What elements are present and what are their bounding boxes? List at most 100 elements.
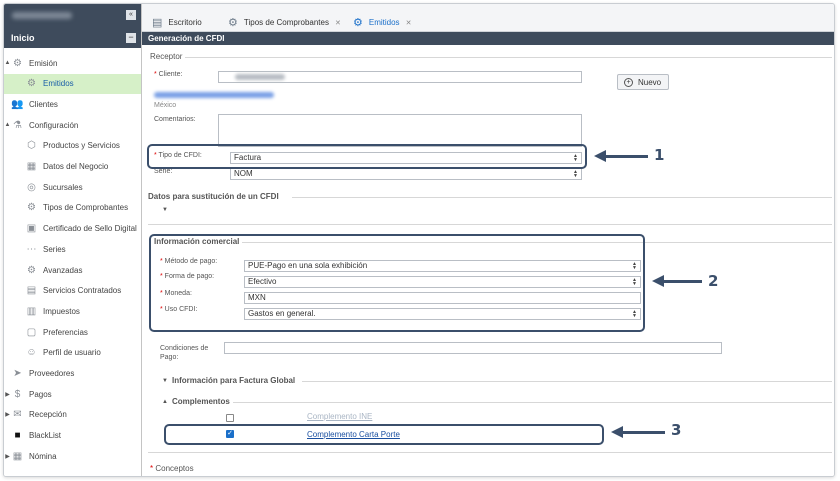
sidebar-item-avanzadas[interactable]: ⚙ Avanzadas <box>4 260 141 280</box>
serie-select[interactable]: NOM ▲ ▼ <box>230 168 582 180</box>
series-icon: ⋯ <box>26 243 37 255</box>
global-legend[interactable]: Información para Factura Global <box>172 376 299 385</box>
arrow-1-line <box>604 155 648 158</box>
serie-value: NOM <box>234 169 253 178</box>
complementos-legend[interactable]: Complementos <box>172 397 233 406</box>
sidebar-item-proveedores[interactable]: ➤ Proveedores <box>4 364 141 384</box>
sidebar-item-preferencias[interactable]: ▢ Preferencias <box>4 322 141 342</box>
sidebar-item-clientes[interactable]: 👥 Clientes <box>4 94 141 114</box>
app-window: « Inicio − ▲ ⚙ Emisión ⚙ Emitidos 👥 Clientes ▲ ⚗… <box>3 3 835 477</box>
client-address-blurred <box>154 92 274 98</box>
sustitucion-legend: Datos para sustitución de un CFDI <box>148 192 282 201</box>
expand-arrow-icon[interactable]: ▲ <box>4 60 11 66</box>
sidebar-item-configuración[interactable]: ▲ ⚗ Configuración <box>4 115 141 135</box>
sidebar-item-label: Productos y Servicios <box>43 141 120 151</box>
sidebar-item-label: Perfil de usuario <box>43 348 101 358</box>
sidebar-item-label: BlackList <box>29 431 62 441</box>
highlight-box-2 <box>149 234 645 332</box>
blacklist-icon: ■ <box>14 430 21 442</box>
sidebar-item-perfil-de-usuario[interactable]: ☺ Perfil de usuario <box>4 343 141 363</box>
divider <box>148 452 832 453</box>
expand-arrow-icon[interactable]: ▶ <box>4 453 11 460</box>
sidebar-item-servicios-contratados[interactable]: ▤ Servicios Contratados <box>4 281 141 301</box>
sidebar-item-certificado-de-sello-digital[interactable]: ▣ Certificado de Sello Digital <box>4 219 141 239</box>
comentarios-textarea[interactable] <box>218 114 582 147</box>
tab-emitidos[interactable]: ⚙ Emitidos ✕ <box>353 13 411 32</box>
sidebar-item-label: Series <box>43 244 66 254</box>
sidebar-home-label[interactable]: Inicio <box>11 33 35 43</box>
org-chart-icon: ⚗ <box>13 119 22 131</box>
building-icon: ▦ <box>26 161 37 172</box>
pin-icon: ◎ <box>27 181 36 193</box>
tab-escritorio[interactable]: ▤ Escritorio <box>152 13 202 32</box>
divider <box>292 197 832 198</box>
chevron-down-icon[interactable]: ▼ <box>162 378 168 384</box>
sidebar-item-tipos-de-comprobantes[interactable]: ⚙ Tipos de Comprobantes <box>4 198 141 218</box>
sidebar-item-series[interactable]: ⋯ Series <box>4 239 141 259</box>
client-name-blurred <box>235 74 285 80</box>
sidebar-item-label: Certificado de Sello Digital <box>43 224 137 234</box>
tab-tipos-de-comprobantes[interactable]: ⚙ Tipos de Comprobantes ✕ <box>228 13 341 32</box>
sidebar-item-label: Servicios Contratados <box>43 286 122 296</box>
condiciones-input[interactable] <box>224 342 722 354</box>
sidebar-item-label: Preferencias <box>43 327 88 337</box>
divider <box>228 402 832 403</box>
desktop-icon: ▤ <box>152 17 163 29</box>
sidebar-item-label: Pagos <box>29 389 52 399</box>
divider <box>302 381 832 382</box>
page-title: Generación de CFDI <box>142 32 834 45</box>
inbox-icon: ✉ <box>13 409 22 421</box>
cliente-label: * Cliente: <box>154 71 183 78</box>
sidebar-item-label: Tipos de Comprobantes <box>43 203 129 213</box>
sidebar-item-sucursales[interactable]: ◎ Sucursales <box>4 177 141 197</box>
sidebar-item-productos-y-servicios[interactable]: ⬡ Productos y Servicios <box>4 136 141 156</box>
expand-arrow-icon[interactable]: ▶ <box>4 391 11 398</box>
sidebar-item-datos-del-negocio[interactable]: ▦ Datos del Negocio <box>4 157 141 177</box>
complemento-ine-checkbox[interactable] <box>226 414 234 422</box>
sidebar-item-pagos[interactable]: ▶ $ Pagos <box>4 384 141 404</box>
comentarios-label: Comentarios: <box>154 116 196 123</box>
sidebar-item-recepción[interactable]: ▶ ✉ Recepción <box>4 405 141 425</box>
services-icon: ▤ <box>26 285 37 297</box>
divider <box>182 57 832 58</box>
callout-2: 2 <box>708 272 719 290</box>
arrow-2-line <box>662 280 702 283</box>
sidebar-item-label: Emisión <box>29 58 58 68</box>
tab-label: Escritorio <box>168 18 202 27</box>
close-icon[interactable]: ✕ <box>406 19 412 27</box>
double-chevron-left-icon[interactable]: « <box>126 10 136 20</box>
user-info-blurred <box>12 12 72 19</box>
emitidos-icon: ⚙ <box>27 78 36 90</box>
emitidos-icon: ⚙ <box>353 17 363 29</box>
sidebar-item-impuestos[interactable]: ▥ Impuestos <box>4 301 141 321</box>
cliente-input[interactable] <box>218 71 582 83</box>
chevron-up-icon[interactable]: ▲ <box>162 399 168 405</box>
sidebar: « Inicio − ▲ ⚙ Emisión ⚙ Emitidos 👥 Clientes ▲ ⚗… <box>4 4 142 476</box>
sidebar-item-label: Clientes <box>29 99 58 109</box>
sidebar-item-label: Emitidos <box>43 79 74 89</box>
sidebar-item-label: Nómina <box>29 451 57 461</box>
tab-label: Emitidos <box>368 18 400 27</box>
sidebar-item-label: Datos del Negocio <box>43 162 109 171</box>
tab-label: Tipos de Comprobantes <box>243 18 329 27</box>
complemento-ine-link[interactable]: Complemento INE <box>307 412 372 421</box>
user-profile-icon: ☺ <box>26 347 37 359</box>
nuevo-label: Nuevo <box>638 77 662 87</box>
sidebar-item-emitidos[interactable]: ⚙ Emitidos <box>4 73 141 94</box>
sidebar-item-blacklist[interactable]: ■ BlackList <box>4 426 141 446</box>
sidebar-item-emisión[interactable]: ▲ ⚙ Emisión <box>4 53 141 73</box>
collapse-minus-icon[interactable]: − <box>126 33 136 43</box>
chevron-down-icon[interactable]: ▼ <box>162 207 168 213</box>
certificate-icon: ▣ <box>26 223 37 235</box>
plus-circle-icon: + <box>624 77 633 87</box>
nuevo-button[interactable]: + Nuevo <box>617 74 669 90</box>
sidebar-item-label: Proveedores <box>29 369 75 378</box>
tax-icon: ▥ <box>26 305 37 317</box>
close-icon[interactable]: ✕ <box>335 19 341 27</box>
sidebar-header: « Inicio − <box>4 4 141 48</box>
sidebar-item-nómina[interactable]: ▶ ▦ Nómina <box>4 446 141 466</box>
callout-1: 1 <box>654 146 665 164</box>
expand-arrow-icon[interactable]: ▶ <box>4 411 11 418</box>
sidebar-item-label: Sucursales <box>43 182 83 192</box>
expand-arrow-icon[interactable]: ▲ <box>4 122 11 128</box>
